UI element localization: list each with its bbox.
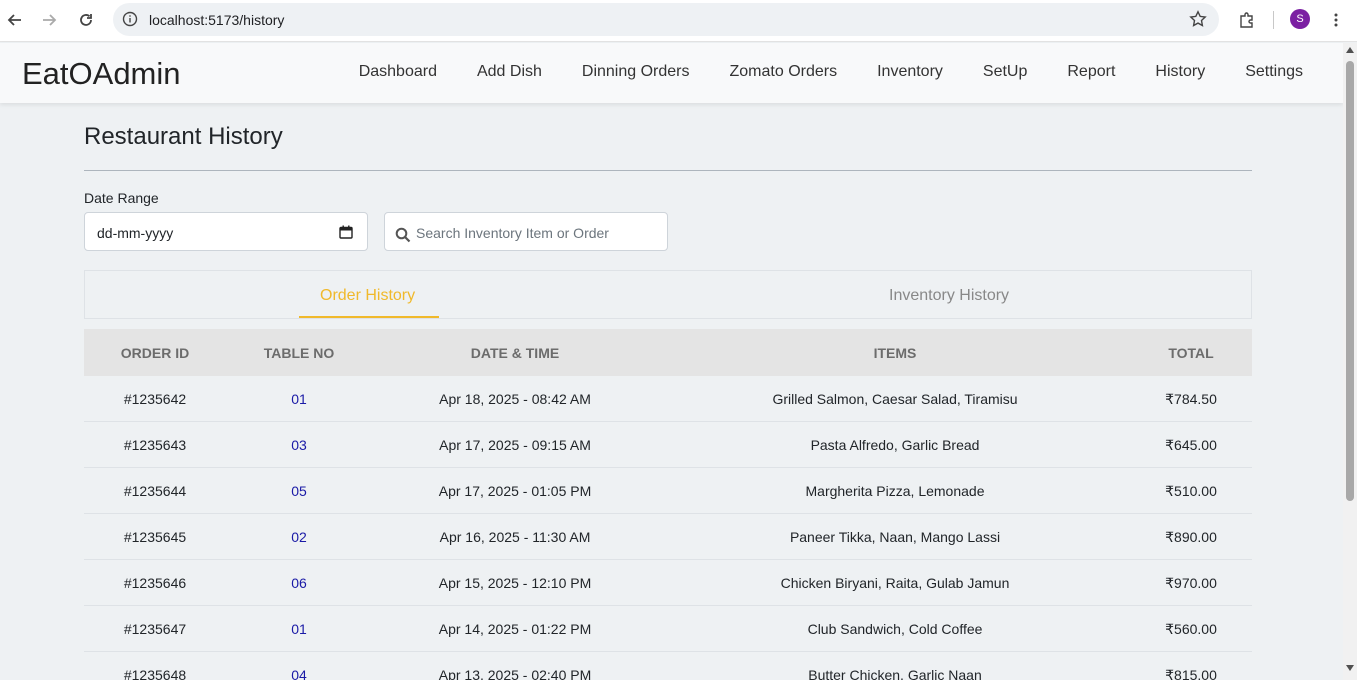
nav-report[interactable]: Report: [1067, 63, 1115, 81]
cell-table-no[interactable]: 01: [291, 391, 307, 407]
active-tab-indicator: [299, 316, 439, 318]
page-title: Restaurant History: [84, 123, 283, 150]
cell-total: ₹510.00: [1165, 483, 1217, 499]
address-bar[interactable]: localhost:5173/history: [113, 3, 1219, 36]
cell-items: Club Sandwich, Cold Coffee: [807, 621, 983, 637]
nav-dashboard[interactable]: Dashboard: [359, 63, 437, 81]
nav-zomato-orders[interactable]: Zomato Orders: [730, 63, 838, 81]
date-value: dd-mm-yyyy: [97, 225, 174, 241]
toolbar-divider: [1273, 11, 1274, 29]
cell-date-time: Apr 13, 2025 - 02:40 PM: [438, 667, 592, 680]
cell-total: ₹784.50: [1165, 391, 1217, 407]
cell-date-time: Apr 14, 2025 - 01:22 PM: [438, 621, 592, 637]
search-icon: [395, 227, 411, 248]
title-divider: [84, 170, 1252, 171]
site-info-icon[interactable]: [122, 11, 138, 27]
cell-total: ₹645.00: [1165, 437, 1217, 453]
cell-items: Butter Chicken, Garlic Naan: [808, 667, 982, 680]
cell-items: Chicken Biryani, Raita, Gulab Jamun: [780, 575, 1010, 591]
reload-icon[interactable]: [72, 6, 100, 34]
table-row[interactable]: #1235643 03 Apr 17, 2025 - 09:15 AM Past…: [84, 422, 1252, 468]
cell-table-no[interactable]: 05: [291, 483, 307, 499]
header-date-time[interactable]: DATE & TIME: [471, 345, 559, 361]
bookmark-star-icon[interactable]: [1189, 10, 1207, 33]
search-input[interactable]: Search Inventory Item or Order: [384, 212, 668, 251]
profile-avatar[interactable]: S: [1290, 9, 1310, 29]
table-header: ORDER ID TABLE NO DATE & TIME ITEMS TOTA…: [84, 329, 1252, 376]
table-row[interactable]: #1235642 01 Apr 18, 2025 - 08:42 AM Gril…: [84, 376, 1252, 422]
cell-order-id: #1235648: [123, 667, 187, 680]
cell-table-no[interactable]: 04: [291, 667, 307, 680]
header-table-no[interactable]: TABLE NO: [264, 345, 335, 361]
browser-toolbar: localhost:5173/history S: [0, 0, 1357, 42]
app-navbar: EatOAdmin Dashboard Add Dish Dinning Ord…: [0, 43, 1343, 103]
date-range-input[interactable]: dd-mm-yyyy: [84, 212, 368, 251]
scroll-up-icon[interactable]: [1346, 47, 1354, 53]
cell-total: ₹560.00: [1165, 621, 1217, 637]
cell-total: ₹815.00: [1165, 667, 1217, 680]
cell-total: ₹970.00: [1165, 575, 1217, 591]
cell-items: Grilled Salmon, Caesar Salad, Tiramisu: [772, 391, 1018, 407]
cell-order-id: #1235645: [123, 529, 187, 545]
table-row[interactable]: #1235646 06 Apr 15, 2025 - 12:10 PM Chic…: [84, 560, 1252, 606]
history-tabs: Order History Inventory History: [84, 270, 1252, 319]
nav-history[interactable]: History: [1155, 63, 1205, 81]
cell-total: ₹890.00: [1165, 529, 1217, 545]
cell-table-no[interactable]: 06: [291, 575, 307, 591]
nav-add-dish[interactable]: Add Dish: [477, 63, 542, 81]
cell-order-id: #1235642: [123, 391, 187, 407]
date-range-label: Date Range: [84, 190, 159, 206]
table-row[interactable]: #1235644 05 Apr 17, 2025 - 01:05 PM Marg…: [84, 468, 1252, 514]
cell-date-time: Apr 15, 2025 - 12:10 PM: [438, 575, 592, 591]
scrollbar-thumb[interactable]: [1346, 61, 1354, 501]
header-order-id[interactable]: ORDER ID: [121, 345, 189, 361]
url-text: localhost:5173/history: [149, 12, 285, 28]
browser-menu-icon[interactable]: [1322, 6, 1350, 34]
header-total[interactable]: TOTAL: [1168, 345, 1213, 361]
tab-inventory-history[interactable]: Inventory History: [889, 287, 1009, 305]
cell-order-id: #1235643: [123, 437, 187, 453]
back-icon[interactable]: [1, 6, 29, 34]
cell-items: Pasta Alfredo, Garlic Bread: [810, 437, 980, 453]
cell-items: Paneer Tikka, Naan, Mango Lassi: [789, 529, 1001, 545]
nav-setup[interactable]: SetUp: [983, 63, 1027, 81]
nav-dinning-orders[interactable]: Dinning Orders: [582, 63, 690, 81]
cell-table-no[interactable]: 02: [291, 529, 307, 545]
scroll-down-icon[interactable]: [1346, 665, 1354, 671]
cell-order-id: #1235644: [123, 483, 187, 499]
header-items[interactable]: ITEMS: [874, 345, 917, 361]
calendar-icon[interactable]: [339, 225, 353, 244]
table-row[interactable]: #1235647 01 Apr 14, 2025 - 01:22 PM Club…: [84, 606, 1252, 652]
nav-links: Dashboard Add Dish Dinning Orders Zomato…: [319, 63, 1303, 81]
table-row[interactable]: #1235645 02 Apr 16, 2025 - 11:30 AM Pane…: [84, 514, 1252, 560]
page-scrollbar[interactable]: [1343, 43, 1357, 680]
forward-icon[interactable]: [35, 6, 63, 34]
cell-date-time: Apr 18, 2025 - 08:42 AM: [439, 391, 591, 407]
cell-table-no[interactable]: 03: [291, 437, 307, 453]
search-placeholder: Search Inventory Item or Order: [416, 225, 609, 241]
tab-order-history[interactable]: Order History: [320, 287, 415, 305]
cell-order-id: #1235646: [123, 575, 187, 591]
cell-items: Margherita Pizza, Lemonade: [805, 483, 985, 499]
extensions-icon[interactable]: [1233, 6, 1261, 34]
table-row[interactable]: #1235648 04 Apr 13, 2025 - 02:40 PM Butt…: [84, 652, 1252, 680]
nav-inventory[interactable]: Inventory: [877, 63, 943, 81]
brand-logo[interactable]: EatOAdmin: [22, 56, 181, 92]
cell-date-time: Apr 16, 2025 - 11:30 AM: [439, 529, 591, 545]
cell-date-time: Apr 17, 2025 - 09:15 AM: [439, 437, 591, 453]
cell-date-time: Apr 17, 2025 - 01:05 PM: [438, 483, 592, 499]
cell-table-no[interactable]: 01: [291, 621, 307, 637]
cell-order-id: #1235647: [123, 621, 187, 637]
nav-settings[interactable]: Settings: [1245, 63, 1303, 81]
